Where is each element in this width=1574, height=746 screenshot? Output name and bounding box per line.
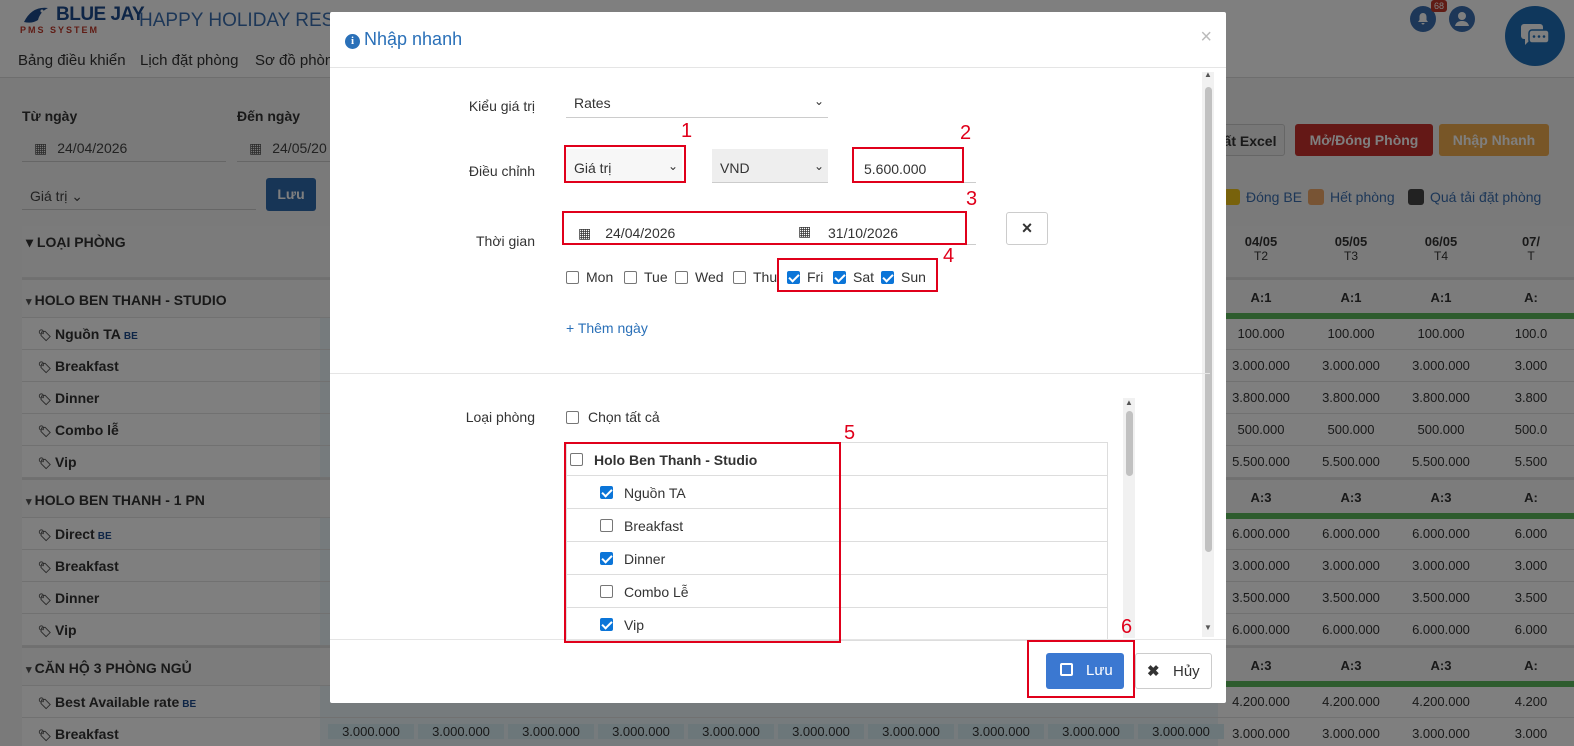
day-checkbox-tue[interactable]: Tue xyxy=(624,269,668,285)
annotation-number-5: 5 xyxy=(844,422,856,444)
scroll-up-icon[interactable]: ▲ xyxy=(1125,398,1133,407)
annotation-box-5 xyxy=(564,442,841,643)
checkbox[interactable] xyxy=(675,271,688,284)
select-all-checkbox[interactable]: Chọn tất cả xyxy=(566,409,660,425)
cancel-label: Hủy xyxy=(1173,663,1200,680)
clear-icon: × xyxy=(1021,218,1033,238)
modal-close-icon[interactable]: × xyxy=(1200,26,1212,49)
modal-scrollbar-thumb[interactable] xyxy=(1205,87,1212,552)
annotation-box-2 xyxy=(852,147,964,183)
checkbox[interactable] xyxy=(566,271,579,284)
list-right-border xyxy=(1107,443,1108,639)
checkbox[interactable] xyxy=(566,411,579,424)
annotation-number-2: 2 xyxy=(960,122,972,144)
chevron-down-icon: ⌄ xyxy=(813,159,824,173)
quick-entry-modal: i Nhập nhanh × ▲ ▼ Kiểu giá trị Rates ⌄ Đi… xyxy=(330,12,1226,703)
select-all-label: Chọn tất cả xyxy=(588,409,660,425)
cancel-button[interactable]: ✖ Hủy xyxy=(1135,653,1212,689)
annotation-box-1 xyxy=(564,145,686,183)
day-label: Wed xyxy=(695,269,724,285)
annotation-number-3: 3 xyxy=(966,188,978,210)
value-kind-value: Rates xyxy=(574,95,611,111)
scroll-up-icon[interactable]: ▲ xyxy=(1204,70,1212,79)
clear-date-button[interactable]: × xyxy=(1006,212,1048,245)
room-list-scrollbar[interactable] xyxy=(1123,398,1135,638)
close-icon: ✖ xyxy=(1147,663,1160,680)
scroll-down-icon[interactable]: ▼ xyxy=(1204,623,1212,632)
annotation-box-4 xyxy=(777,258,938,292)
add-day-link[interactable]: + Thêm ngày xyxy=(566,320,648,336)
day-label: Tue xyxy=(644,269,668,285)
value-kind-select[interactable]: Rates ⌄ xyxy=(566,88,828,118)
day-checkbox-mon[interactable]: Mon xyxy=(566,269,613,285)
checkbox[interactable] xyxy=(733,271,746,284)
time-label: Thời gian xyxy=(476,233,535,249)
day-checkbox-thu[interactable]: Thu xyxy=(733,269,777,285)
adjust-label: Điều chỉnh xyxy=(468,163,535,179)
modal-title-text: Nhập nhanh xyxy=(364,29,463,49)
section-divider xyxy=(330,373,1210,374)
currency-select[interactable]: VND ⌄ xyxy=(712,149,828,183)
info-icon: i xyxy=(345,34,360,49)
room-list-scrollbar-thumb[interactable] xyxy=(1126,411,1133,476)
room-type-label: Loại phòng xyxy=(465,409,535,425)
currency-value: VND xyxy=(720,160,750,176)
value-kind-label: Kiểu giá trị xyxy=(468,98,535,114)
annotation-box-6 xyxy=(1027,640,1135,698)
day-label: Mon xyxy=(586,269,614,285)
annotation-box-3 xyxy=(562,211,967,245)
annotation-number-6: 6 xyxy=(1121,616,1133,638)
day-checkbox-wed[interactable]: Wed xyxy=(675,269,724,285)
annotation-number-4: 4 xyxy=(943,245,955,267)
modal-title: i Nhập nhanh xyxy=(345,29,462,50)
modal-scrollbar[interactable] xyxy=(1202,72,1214,637)
day-label: Thu xyxy=(753,269,778,285)
checkbox[interactable] xyxy=(624,271,637,284)
annotation-number-1: 1 xyxy=(681,120,693,142)
modal-header: i Nhập nhanh × xyxy=(330,12,1226,68)
chevron-down-icon: ⌄ xyxy=(813,94,824,108)
